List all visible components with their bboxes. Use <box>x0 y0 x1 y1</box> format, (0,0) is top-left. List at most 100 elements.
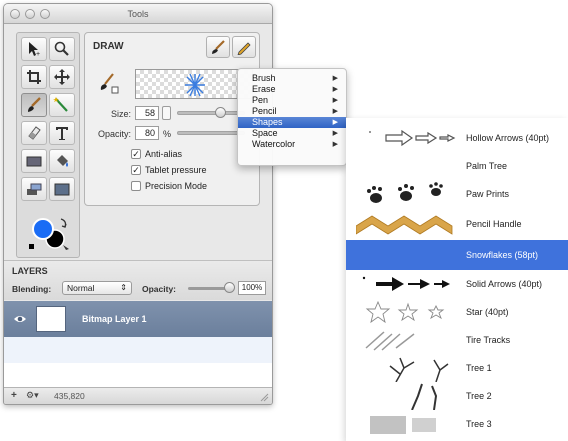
size-field[interactable]: 58 <box>135 106 159 120</box>
pencil-mode-button[interactable] <box>232 36 256 58</box>
color-swatch-icon <box>29 218 69 250</box>
submenu-arrow-icon: ▶ <box>332 86 338 93</box>
submenu-item-label: Star (40pt) <box>466 307 509 317</box>
snowflakes-icon <box>356 240 461 268</box>
tool-crop[interactable] <box>21 65 47 89</box>
pencil-handle-icon <box>356 215 453 235</box>
menu-item-label: Shapes <box>252 117 283 127</box>
layer-row[interactable]: Bitmap Layer 1 <box>4 301 272 337</box>
tool-eraser[interactable] <box>21 121 47 145</box>
layer-list-empty <box>4 363 272 387</box>
tool-rectangle[interactable] <box>21 149 47 173</box>
submenu-arrow-icon: ▶ <box>332 108 338 115</box>
resize-grip-icon[interactable] <box>259 392 269 402</box>
submenu-item-star[interactable]: Star (40pt) <box>346 298 568 326</box>
close-button[interactable] <box>10 9 20 19</box>
menu-item-pen[interactable]: Pen ▶ <box>238 95 346 106</box>
layer-opacity-field[interactable]: 100% <box>238 281 266 295</box>
submenu-item-snowflakes[interactable]: Snowflakes (58pt) <box>346 240 568 270</box>
anti-alias-label: Anti-alias <box>145 149 183 159</box>
submenu-item-pencil-handle[interactable]: Pencil Handle <box>346 208 568 240</box>
submenu-item-tree-2[interactable]: Tree 2 <box>346 382 568 410</box>
layers-header: LAYERS Blending: Normal ⇕ Opacity: 100% <box>4 260 272 300</box>
menu-item-shapes[interactable]: Shapes ▶ <box>238 117 346 128</box>
precision-mode-label: Precision Mode <box>145 181 208 191</box>
menu-item-space[interactable]: Space ▶ <box>238 128 346 139</box>
tool-fill[interactable] <box>49 149 75 173</box>
precision-mode-checkbox[interactable]: Precision Mode <box>131 181 207 191</box>
submenu-item-label: Palm Tree <box>466 161 508 171</box>
brush-icon <box>212 40 225 54</box>
tool-layer[interactable] <box>49 177 75 201</box>
layer-list-empty <box>4 337 272 363</box>
menu-item-label: Space <box>252 128 278 138</box>
submenu-item-hollow-arrows[interactable]: Hollow Arrows (40pt) <box>346 124 568 152</box>
size-slider-track[interactable] <box>177 111 245 115</box>
size-label: Size: <box>110 109 131 119</box>
updown-arrows-icon: ⇕ <box>120 283 127 292</box>
tool-zoom[interactable] <box>49 37 75 61</box>
submenu-item-tree-1[interactable]: Tree 1 <box>346 354 568 382</box>
eye-icon[interactable] <box>13 312 27 326</box>
size-stepper[interactable] <box>162 106 171 120</box>
gradient-icon <box>27 183 42 195</box>
opacity-unit: % <box>163 129 172 139</box>
submenu-arrow-icon: ▶ <box>332 130 338 137</box>
hollow-arrows-icon <box>369 129 456 147</box>
opacity-field[interactable]: 80 <box>135 126 159 140</box>
submenu-arrow-icon: ▶ <box>332 75 338 82</box>
opacity-slider-track[interactable] <box>177 131 245 135</box>
minimize-button[interactable] <box>25 9 35 19</box>
anti-alias-checkbox[interactable]: ✓ Anti-alias <box>131 149 182 159</box>
tire-tracks-icon <box>365 331 415 351</box>
brush-preview[interactable] <box>135 69 253 99</box>
layer-opacity-label: Opacity: <box>142 284 177 294</box>
submenu-item-label: Hollow Arrows (40pt) <box>466 133 550 143</box>
submenu-arrow-icon: ▶ <box>332 119 338 126</box>
submenu-item-palm-tree[interactable]: Palm Tree <box>346 152 568 180</box>
menu-item-erase[interactable]: Erase ▶ <box>238 84 346 95</box>
arrow-pointer-icon: + <box>29 42 40 58</box>
image-layer-icon <box>54 183 70 196</box>
size-slider-knob[interactable] <box>215 107 226 118</box>
submenu-item-tree-3[interactable]: Tree 3 <box>346 410 568 438</box>
menu-item-watercolor[interactable]: Watercolor ▶ <box>238 139 346 150</box>
tool-move[interactable] <box>49 65 75 89</box>
solid-arrows-icon <box>362 276 450 291</box>
color-swatches[interactable] <box>21 209 75 255</box>
submenu-item-solid-arrows[interactable]: Solid Arrows (40pt) <box>346 270 568 298</box>
blending-select[interactable]: Normal ⇕ <box>62 281 132 295</box>
zoom-button[interactable] <box>40 9 50 19</box>
menu-item-label: Brush <box>252 73 276 83</box>
blending-value: Normal <box>67 283 95 293</box>
tool-select[interactable]: + <box>21 37 47 61</box>
text-icon <box>56 127 68 140</box>
menu-item-label: Erase <box>252 84 276 94</box>
shapes-submenu: Hollow Arrows (40pt) Palm Tree Paw Print… <box>346 118 568 441</box>
tool-brush[interactable] <box>21 93 47 117</box>
pencil-icon <box>237 42 251 55</box>
brush-mode-button[interactable] <box>206 36 230 58</box>
gear-menu-button[interactable]: ⚙▾ <box>26 390 39 401</box>
tablet-pressure-checkbox[interactable]: ✓ Tablet pressure <box>131 165 207 175</box>
submenu-item-paw-prints[interactable]: Paw Prints <box>346 180 568 208</box>
tool-gradient[interactable] <box>21 177 47 201</box>
layer-opacity-slider[interactable] <box>188 287 228 290</box>
paw-prints-icon <box>367 182 443 203</box>
layer-opacity-knob[interactable] <box>224 282 235 293</box>
add-layer-button[interactable]: + <box>11 390 17 401</box>
eraser-icon <box>28 126 41 140</box>
move-icon <box>54 69 70 85</box>
checkmark-icon: ✓ <box>131 165 141 175</box>
brush-settings-icon[interactable] <box>97 71 121 95</box>
tool-text[interactable] <box>49 121 75 145</box>
menu-item-brush[interactable]: Brush ▶ <box>238 73 346 84</box>
layer-name: Bitmap Layer 1 <box>82 314 147 324</box>
submenu-item-tire-tracks[interactable]: Tire Tracks <box>346 326 568 354</box>
blending-label: Blending: <box>12 284 52 294</box>
cursor-coordinates: 435,820 <box>54 391 85 401</box>
menu-item-pencil[interactable]: Pencil ▶ <box>238 106 346 117</box>
layers-title: LAYERS <box>12 266 48 276</box>
tool-magic-wand[interactable] <box>49 93 75 117</box>
tree-icon <box>389 357 449 382</box>
